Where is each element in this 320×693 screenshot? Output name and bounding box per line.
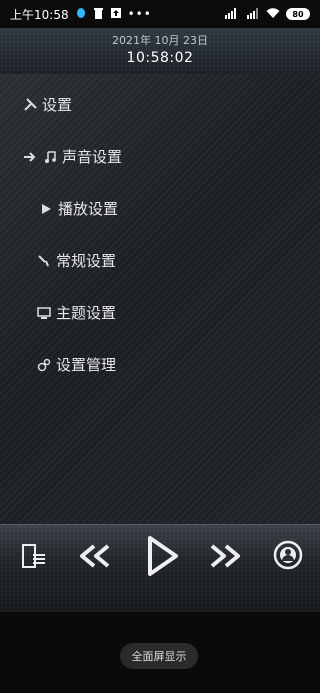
menu-item-label: 主题设置 (56, 304, 117, 322)
menu-item-label: 声音设置 (62, 148, 123, 166)
status-time: 上午10:58 (10, 7, 69, 22)
menu-item-label: 设置管理 (56, 356, 117, 374)
playlist-icon (19, 542, 47, 574)
player-controls (0, 524, 320, 613)
menu-item-sound-settings[interactable]: 声音设置 (22, 146, 122, 167)
more-dots-icon: ••• (127, 7, 152, 21)
settings-menu: 设置 声音设置 播放设置 常规设置 主题设置 设置管理 (0, 74, 320, 524)
upload-box-icon (110, 7, 122, 22)
menu-item-general-settings[interactable]: 常规设置 (36, 250, 116, 271)
play-triangle-icon (38, 201, 54, 217)
play-icon (142, 534, 182, 582)
signal-icon (224, 7, 240, 22)
monitor-icon (36, 305, 52, 321)
rewind-icon (78, 542, 112, 574)
menu-item-settings[interactable]: 设置 (22, 94, 72, 115)
time-text: 10:58:02 (126, 50, 194, 66)
account-button[interactable] (270, 539, 306, 575)
trash-icon (93, 7, 104, 22)
rewind-button[interactable] (76, 539, 114, 577)
menu-item-label: 播放设置 (58, 200, 119, 218)
play-button[interactable] (140, 531, 184, 585)
account-icon (272, 539, 304, 575)
menu-item-label: 常规设置 (56, 252, 117, 270)
date-text: 2021年 10月 23日 (112, 34, 208, 47)
fast-forward-button[interactable] (206, 539, 244, 577)
playlist-button[interactable] (16, 541, 50, 575)
arrow-right-icon (22, 149, 38, 165)
menu-item-theme-settings[interactable]: 主题设置 (36, 302, 116, 323)
wrench-icon (22, 97, 38, 113)
status-bar: 上午10:58 ••• 80 (0, 0, 320, 28)
tool-icon (36, 253, 52, 269)
menu-item-settings-management[interactable]: 设置管理 (36, 354, 116, 375)
wifi-icon (266, 7, 280, 22)
qq-penguin-icon (75, 7, 87, 22)
header-clock: 2021年 10月 23日 10:58:02 (0, 28, 320, 75)
fast-forward-icon (208, 542, 242, 574)
battery-icon: 80 (286, 8, 310, 20)
signal-2-icon (246, 7, 260, 22)
music-note-icon (42, 149, 58, 165)
fullscreen-display-button[interactable]: 全面屏显示 (120, 643, 198, 669)
gears-icon (36, 357, 52, 373)
menu-item-playback-settings[interactable]: 播放设置 (38, 198, 118, 219)
menu-item-label: 设置 (42, 96, 73, 114)
